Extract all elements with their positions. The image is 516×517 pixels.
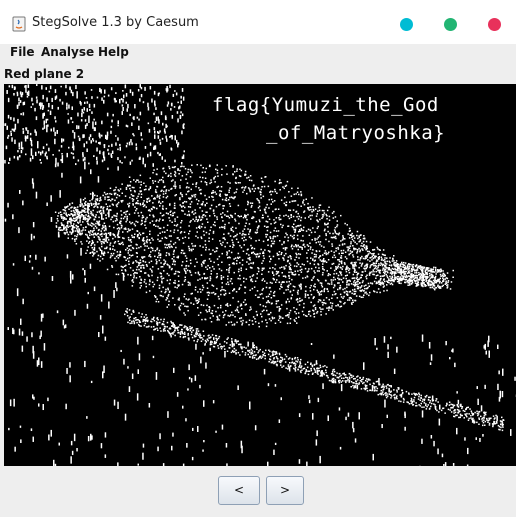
stegsolve-window: StegSolve 1.3 by Caesum File Analyse Hel… bbox=[0, 0, 516, 517]
maximize-button[interactable] bbox=[444, 18, 457, 31]
plane-label: Red plane 2 bbox=[4, 67, 85, 81]
next-plane-button[interactable]: > bbox=[266, 476, 304, 505]
menu-file[interactable]: File bbox=[10, 45, 35, 59]
hidden-flag-line2: _of_Matryoshka} bbox=[266, 122, 446, 144]
bit-plane-image: flag{Yumuzi_the_God _of_Matryoshka} bbox=[4, 84, 516, 466]
hidden-flag-line1: flag{Yumuzi_the_God bbox=[212, 94, 439, 116]
navigation-bar: < > bbox=[0, 466, 516, 517]
java-app-icon bbox=[12, 16, 26, 32]
previous-plane-button[interactable]: < bbox=[218, 476, 260, 505]
close-button[interactable] bbox=[488, 18, 501, 31]
menu-help[interactable]: Help bbox=[98, 45, 129, 59]
window-title: StegSolve 1.3 by Caesum bbox=[32, 15, 199, 30]
menu-analyse[interactable]: Analyse bbox=[41, 45, 94, 59]
minimize-button[interactable] bbox=[400, 18, 413, 31]
menu-bar: File Analyse Help bbox=[0, 44, 516, 64]
title-bar[interactable]: StegSolve 1.3 by Caesum bbox=[0, 0, 516, 45]
